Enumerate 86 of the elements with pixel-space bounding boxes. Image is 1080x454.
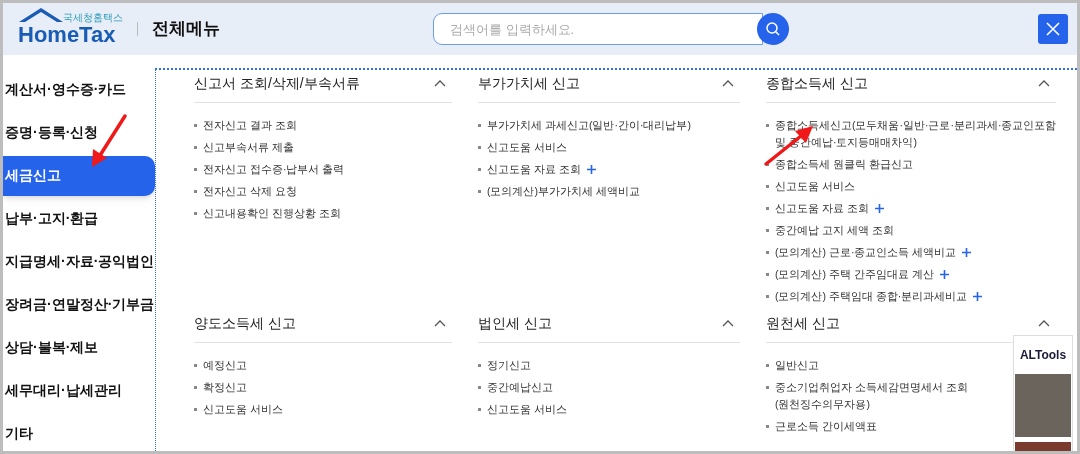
plus-icon[interactable]: [962, 248, 972, 257]
sidebar-item[interactable]: 기타: [3, 412, 155, 451]
section-title: 법인세 신고: [478, 314, 552, 332]
bullet-icon: [194, 124, 197, 127]
chevron-up-icon[interactable]: [722, 79, 734, 87]
chevron-up-icon[interactable]: [1038, 319, 1050, 327]
bullet-icon: [194, 386, 197, 389]
menu-link[interactable]: 중간예납신고: [487, 379, 553, 396]
logo-text: HomeTax: [17, 22, 116, 47]
chevron-up-icon[interactable]: [1038, 79, 1050, 87]
menu-link[interactable]: 신고도움 서비스: [775, 178, 855, 195]
menu-link[interactable]: 중간예납 고지 세액 조회: [775, 222, 894, 239]
section-title: 원천세 신고: [766, 314, 840, 332]
menu-link[interactable]: (모의계산) 주택임대 종합·분리과세비교: [775, 288, 968, 305]
bullet-icon: [766, 229, 769, 232]
plus-icon[interactable]: [939, 270, 949, 279]
bullet-icon: [194, 190, 197, 193]
bullet-icon: [194, 146, 197, 149]
menu-link[interactable]: 부가가치세 과세신고(일반·간이·대리납부): [487, 117, 691, 134]
section-title: 부가가치세 신고: [478, 74, 580, 92]
sidebar-item[interactable]: 세금신고: [3, 155, 155, 196]
sidebar-item[interactable]: 장려금·연말정산·기부금: [3, 283, 155, 326]
sidebar-item[interactable]: 계산서·영수증·카드: [3, 68, 155, 111]
bullet-icon: [194, 212, 197, 215]
close-button[interactable]: [1038, 14, 1068, 44]
bullet-icon: [478, 408, 481, 411]
section-title: 신고서 조회/삭제/부속서류: [194, 74, 360, 92]
widget-title[interactable]: ALTools: [1014, 336, 1072, 374]
chevron-up-icon[interactable]: [434, 79, 446, 87]
search-field[interactable]: 검색어를 입력하세요.: [433, 13, 763, 45]
menu-link[interactable]: 신고도움 자료 조회: [487, 161, 581, 178]
close-icon: [1045, 21, 1061, 37]
menu-link[interactable]: 전자신고 결과 조회: [203, 117, 297, 134]
menu-link[interactable]: 일반신고: [775, 357, 819, 374]
logo-caption: 국세청홈택스: [63, 11, 123, 23]
menu-link[interactable]: 확정신고: [203, 379, 247, 396]
bullet-icon: [766, 364, 769, 367]
bullet-icon: [766, 273, 769, 276]
bullet-icon: [478, 168, 481, 171]
bullet-icon: [766, 124, 769, 127]
bullet-icon: [766, 425, 769, 428]
bullet-icon: [194, 364, 197, 367]
menu-link[interactable]: 신고도움 서비스: [487, 401, 567, 418]
menu-link[interactable]: 신고도움 서비스: [487, 139, 567, 156]
bullet-icon: [478, 386, 481, 389]
bullet-icon: [766, 207, 769, 210]
menu-link[interactable]: 신고도움 자료 조회: [775, 200, 869, 217]
sidebar-item[interactable]: 납부·고지·환급: [3, 197, 155, 240]
menu-link[interactable]: 정기신고: [487, 357, 531, 374]
sidebar-item[interactable]: 상담·불복·제보: [3, 326, 155, 369]
sidebar-item[interactable]: 증명·등록·신청: [3, 111, 155, 154]
bullet-icon: [766, 163, 769, 166]
menu-link[interactable]: 중소기업취업자 소득세감면명세서 조회 (원천징수의무자용): [775, 379, 968, 413]
bullet-icon: [766, 185, 769, 188]
menu-link[interactable]: 신고내용확인 진행상황 조회: [203, 205, 341, 222]
menu-link[interactable]: 신고도움 서비스: [203, 401, 283, 418]
plus-icon[interactable]: [586, 165, 596, 174]
menu-link[interactable]: 종합소득세 원클릭 환급신고: [775, 156, 913, 173]
menu-link[interactable]: (모의계산) 근로·종교인소득 세액비교: [775, 244, 957, 261]
menu-link[interactable]: 전자신고 접수증·납부서 출력: [203, 161, 345, 178]
sidebar-item[interactable]: 세무대리·납세관리: [3, 369, 155, 412]
bullet-icon: [766, 251, 769, 254]
menu-link[interactable]: 근로소득 간이세액표: [775, 418, 877, 435]
menu-link[interactable]: 예정신고: [203, 357, 247, 374]
menu-link[interactable]: (모의계산) 주택 간주임대료 계산: [775, 266, 934, 283]
bullet-icon: [766, 386, 769, 389]
menu-link[interactable]: (모의계산)부가가치세 세액비교: [487, 183, 640, 200]
bullet-icon: [194, 408, 197, 411]
sidebar-item[interactable]: 지급명세·자료·공익법인: [3, 240, 155, 283]
chevron-up-icon[interactable]: [722, 319, 734, 327]
chevron-up-icon[interactable]: [434, 319, 446, 327]
bullet-icon: [194, 168, 197, 171]
section-title: 양도소득세 신고: [194, 314, 296, 332]
page-title: 전체메뉴: [152, 18, 220, 41]
house-roof-icon: [17, 5, 65, 24]
search-icon: [765, 21, 781, 37]
bullet-icon: [766, 295, 769, 298]
bullet-icon: [478, 146, 481, 149]
menu-link[interactable]: 신고부속서류 제출: [203, 139, 294, 156]
plus-icon[interactable]: [973, 292, 983, 301]
section-title: 종합소득세 신고: [766, 74, 868, 92]
bullet-icon: [478, 124, 481, 127]
bullet-icon: [478, 190, 481, 193]
plus-icon[interactable]: [874, 204, 884, 213]
bullet-icon: [478, 364, 481, 367]
menu-link[interactable]: 전자신고 삭제 요청: [203, 183, 297, 200]
